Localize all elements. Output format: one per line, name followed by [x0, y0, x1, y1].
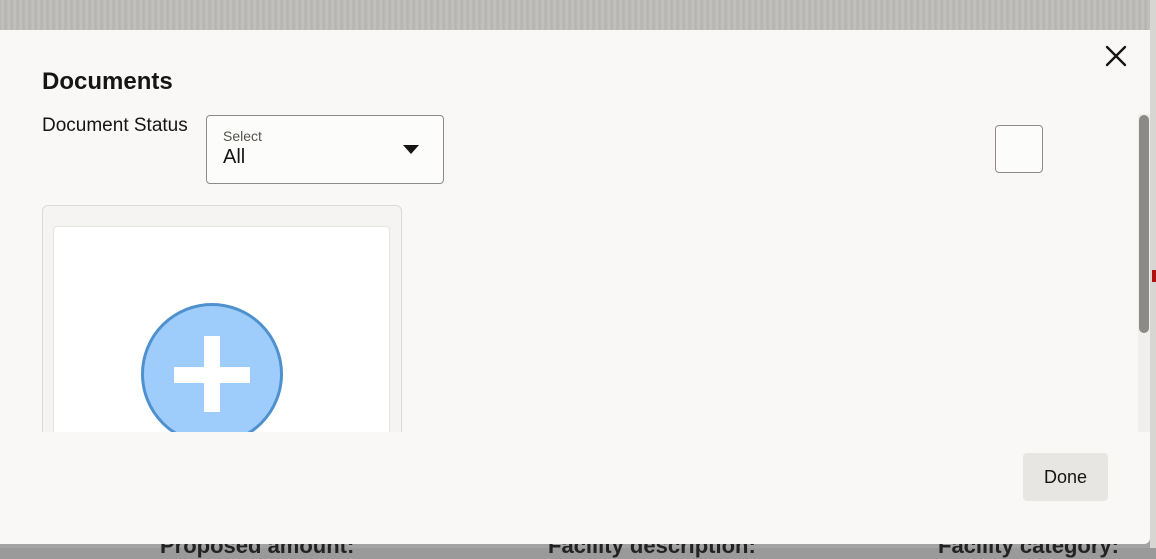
close-button[interactable]	[1100, 40, 1132, 72]
upload-card	[42, 205, 402, 432]
background-red-marker	[1152, 270, 1156, 282]
dialog-title: Documents	[42, 68, 173, 95]
documents-list	[0, 202, 1150, 432]
select-caption: Select	[223, 128, 262, 144]
upload-document-tile[interactable]	[53, 226, 390, 432]
add-circle-icon[interactable]	[141, 303, 283, 432]
select-value: All	[223, 146, 246, 168]
document-status-label: Document Status	[42, 115, 188, 136]
document-status-select[interactable]: Select All	[206, 115, 444, 184]
scrollbar-thumb[interactable]	[1139, 115, 1149, 333]
select-all-checkbox[interactable]	[995, 125, 1043, 173]
close-icon	[1105, 45, 1127, 67]
chevron-down-icon	[403, 145, 419, 154]
plus-icon-horizontal	[174, 367, 250, 383]
done-button[interactable]: Done	[1023, 453, 1108, 501]
background-header-strip	[0, 0, 1156, 30]
documents-dialog: Documents Document Status Select All Don…	[0, 30, 1150, 544]
